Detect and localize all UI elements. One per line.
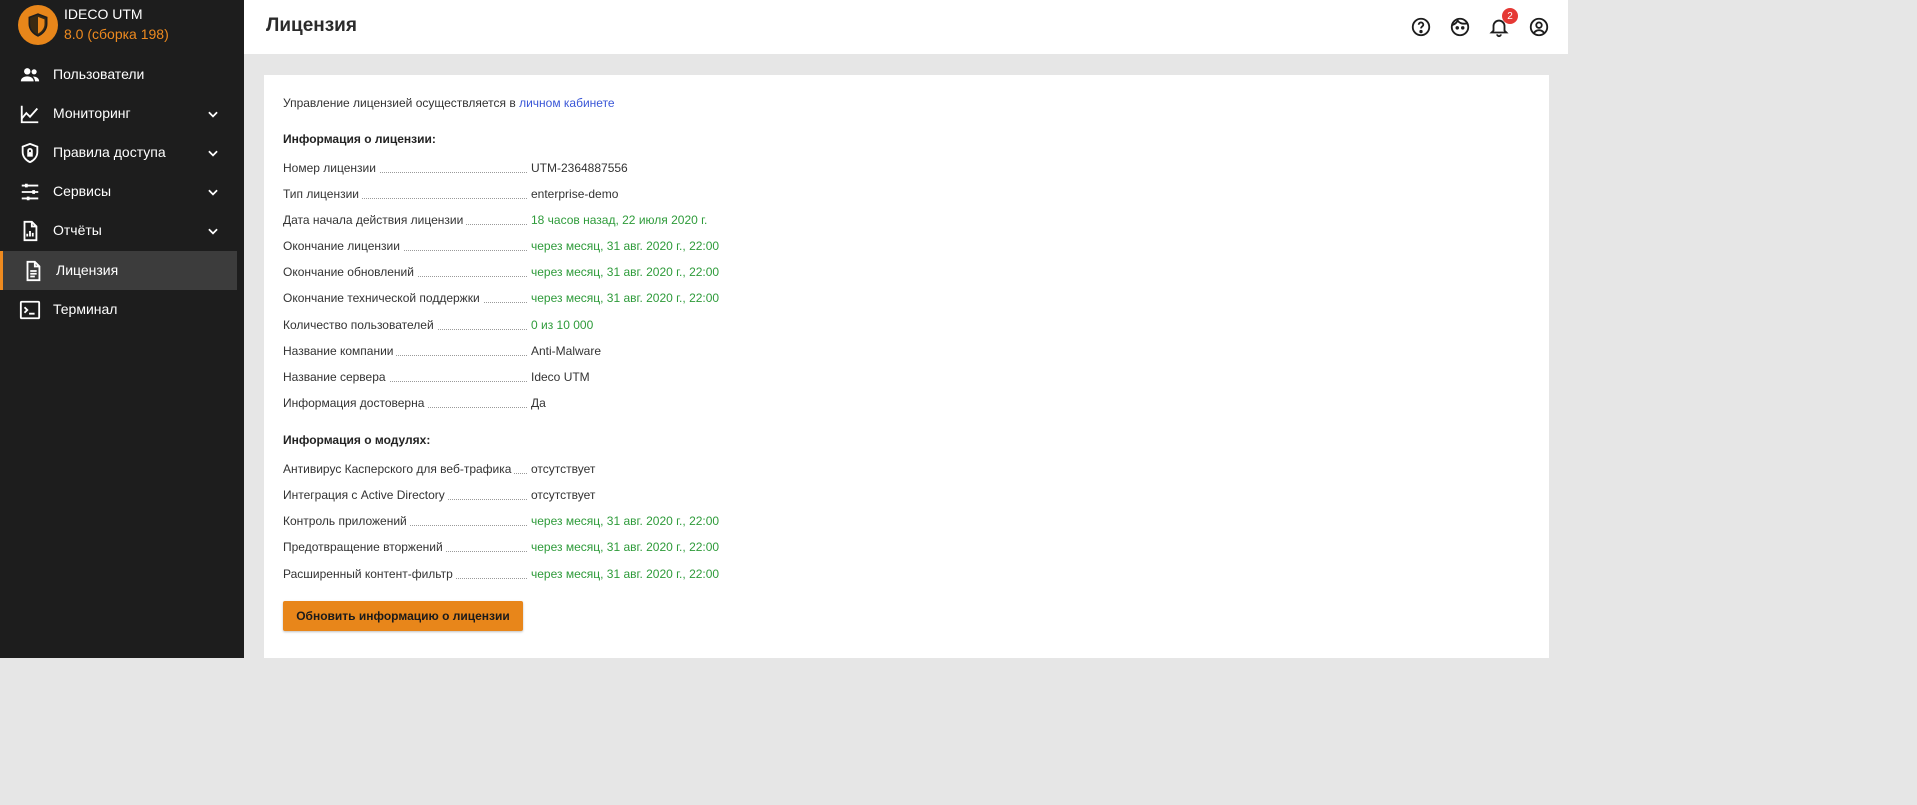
row-label: Окончание технической поддержки xyxy=(283,291,483,305)
chevron-down-icon xyxy=(206,107,220,121)
module-row: Антивирус Касперского для веб-трафика от… xyxy=(283,462,983,480)
sidebar-item-label: Отчёты xyxy=(53,222,102,238)
shield-lock-icon xyxy=(19,142,41,164)
chevron-down-icon xyxy=(206,146,220,160)
license-row: Номер лицензии UTM-2364887556 xyxy=(283,161,983,179)
license-row: Название компании Anti-Malware xyxy=(283,344,983,362)
row-label: Антивирус Касперского для веб-трафика xyxy=(283,462,515,476)
license-row: Информация достоверна Да xyxy=(283,396,983,414)
sidebar-item-terminal[interactable]: Терминал xyxy=(0,290,237,329)
users-icon xyxy=(19,64,41,86)
sidebar-item-label: Пользователи xyxy=(53,66,145,82)
document-icon xyxy=(22,260,44,282)
row-value: через месяц, 31 авг. 2020 г., 22:00 xyxy=(531,265,720,279)
sidebar-item-users[interactable]: Пользователи xyxy=(0,55,237,94)
sidebar-item-label: Правила доступа xyxy=(53,144,166,160)
terminal-icon xyxy=(19,299,41,321)
row-value: Ideco UTM xyxy=(531,370,590,384)
intro-text-prefix: Управление лицензией осуществляется в xyxy=(283,96,520,110)
license-row: Окончание обновлений через месяц, 31 авг… xyxy=(283,265,983,283)
page-header: Лицензия 2 xyxy=(244,0,1568,54)
row-value: UTM-2364887556 xyxy=(531,161,628,175)
chevron-down-icon xyxy=(206,224,220,238)
row-label: Окончание обновлений xyxy=(283,265,417,279)
module-row: Расширенный контент-фильтр через месяц, … xyxy=(283,567,983,585)
sidebar-item-label: Лицензия xyxy=(56,262,119,278)
row-label: Количество пользователей xyxy=(283,318,437,332)
row-value: Да xyxy=(531,396,546,410)
row-value: 18 часов назад, 22 июля 2020 г. xyxy=(531,213,708,227)
license-row: Окончание технической поддержки через ме… xyxy=(283,291,983,309)
license-row: Тип лицензии enterprise-demo xyxy=(283,187,983,205)
sliders-icon xyxy=(19,181,41,203)
row-value: через месяц, 31 авг. 2020 г., 22:00 xyxy=(531,567,720,581)
help-icon[interactable] xyxy=(1410,16,1432,38)
row-label: Название сервера xyxy=(283,370,389,384)
row-label: Название компании xyxy=(283,344,397,358)
license-row: Окончание лицензии через месяц, 31 авг. … xyxy=(283,239,983,257)
row-value: enterprise-demo xyxy=(531,187,619,201)
chart-line-icon xyxy=(19,103,41,125)
module-row: Предотвращение вторжений через месяц, 31… xyxy=(283,540,983,558)
sidebar-item-license[interactable]: Лицензия xyxy=(0,251,237,290)
support-icon[interactable] xyxy=(1449,16,1471,38)
sidebar-item-access-rules[interactable]: Правила доступа xyxy=(0,133,237,172)
report-icon xyxy=(19,220,41,242)
sidebar-item-monitoring[interactable]: Мониторинг xyxy=(0,94,237,133)
row-value: через месяц, 31 авг. 2020 г., 22:00 xyxy=(531,514,720,528)
row-value: 0 из 10 000 xyxy=(531,318,594,332)
account-icon[interactable] xyxy=(1528,16,1550,38)
row-label: Предотвращение вторжений xyxy=(283,540,446,554)
notification-badge: 2 xyxy=(1502,8,1518,24)
row-label: Окончание лицензии xyxy=(283,239,403,253)
row-value: через месяц, 31 авг. 2020 г., 22:00 xyxy=(531,291,720,305)
brand-version: 8.0 (сборка 198) xyxy=(64,26,169,42)
update-license-button[interactable]: Обновить информацию о лицензии xyxy=(283,601,523,631)
active-indicator xyxy=(0,251,3,290)
shield-icon xyxy=(18,5,58,45)
sidebar-item-label: Терминал xyxy=(53,301,118,317)
row-value: отсутствует xyxy=(531,488,596,502)
brand-name: IDECO UTM xyxy=(64,6,143,22)
row-label: Интеграция с Active Directory xyxy=(283,488,448,502)
row-label: Контроль приложений xyxy=(283,514,410,528)
row-label: Расширенный контент-фильтр xyxy=(283,567,456,581)
row-value: через месяц, 31 авг. 2020 г., 22:00 xyxy=(531,540,720,554)
row-value: через месяц, 31 авг. 2020 г., 22:00 xyxy=(531,239,720,253)
modules-section-title: Информация о модулях: xyxy=(283,433,431,447)
row-label: Номер лицензии xyxy=(283,161,379,175)
row-value: Anti-Malware xyxy=(531,344,602,358)
chevron-down-icon xyxy=(206,185,220,199)
sidebar-item-reports[interactable]: Отчёты xyxy=(0,211,237,250)
page-title: Лицензия xyxy=(266,15,357,36)
row-label: Информация достоверна xyxy=(283,396,428,410)
sidebar-item-label: Сервисы xyxy=(53,183,112,199)
sidebar: IDECO UTM 8.0 (сборка 198) Пользователи … xyxy=(0,0,244,658)
module-row: Контроль приложений через месяц, 31 авг.… xyxy=(283,514,983,532)
sidebar-item-services[interactable]: Сервисы xyxy=(0,172,237,211)
module-row: Интеграция с Active Directory отсутствуе… xyxy=(283,488,983,506)
license-row: Дата начала действия лицензии 18 часов н… xyxy=(283,213,983,231)
license-card: Управление лицензией осуществляется в ли… xyxy=(264,75,1549,658)
row-label: Тип лицензии xyxy=(283,187,362,201)
intro-text: Управление лицензией осуществляется в ли… xyxy=(283,96,615,110)
row-value: отсутствует xyxy=(531,462,596,476)
license-row: Название сервера Ideco UTM xyxy=(283,370,983,388)
license-row: Количество пользователей 0 из 10 000 xyxy=(283,318,983,336)
personal-account-link[interactable]: личном кабинете xyxy=(519,96,615,110)
row-label: Дата начала действия лицензии xyxy=(283,213,467,227)
license-section-title: Информация о лицензии: xyxy=(283,132,436,146)
brand[interactable]: IDECO UTM 8.0 (сборка 198) xyxy=(18,4,244,46)
sidebar-item-label: Мониторинг xyxy=(53,105,131,121)
